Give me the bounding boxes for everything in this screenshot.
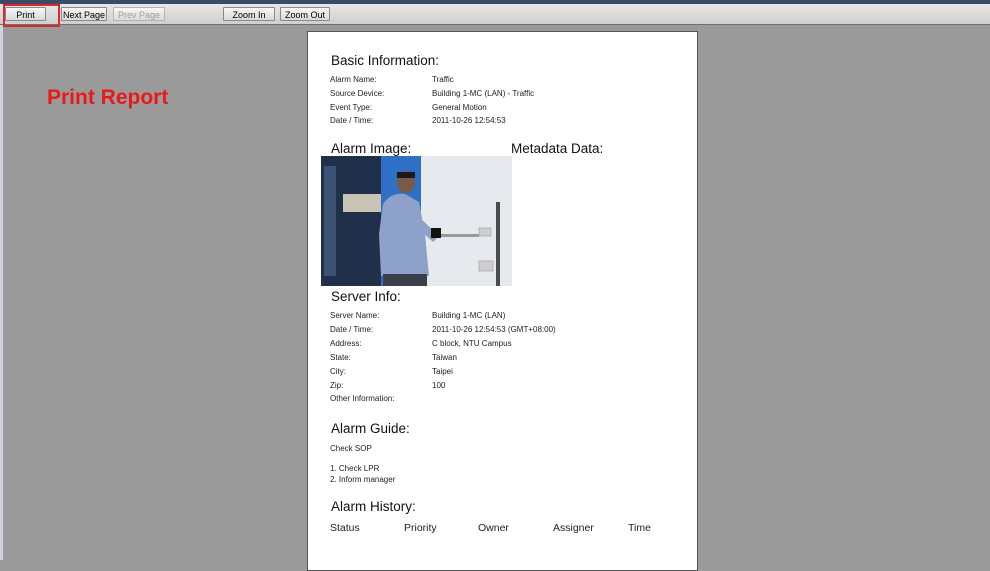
row-label: Date / Time: bbox=[330, 325, 374, 334]
row-value: Taipei bbox=[432, 367, 453, 376]
server-info-title: Server Info: bbox=[331, 289, 401, 304]
alarm-guide-title: Alarm Guide: bbox=[331, 421, 410, 436]
server-row: City: Taipei bbox=[330, 367, 453, 377]
left-window-edge bbox=[0, 25, 3, 560]
server-row: Date / Time: 2011-10-26 12:54:53 (GMT+08:… bbox=[330, 325, 556, 335]
history-col-owner: Owner bbox=[478, 522, 509, 534]
row-value: Building 1-MC (LAN) bbox=[432, 311, 506, 320]
row-value: 2011-10-26 12:54:53 bbox=[432, 116, 506, 125]
alarm-image bbox=[321, 156, 512, 286]
print-report-callout: Print Report bbox=[47, 86, 169, 109]
guide-step-1: 1. Check LPR bbox=[330, 464, 380, 473]
row-label: Other Information: bbox=[330, 394, 395, 403]
row-label: Zip: bbox=[330, 381, 344, 390]
row-value: Taiwan bbox=[432, 353, 457, 362]
row-label: City: bbox=[330, 367, 346, 376]
print-highlight-box bbox=[3, 4, 60, 27]
row-label: Source Device: bbox=[330, 89, 385, 98]
metadata-title: Metadata Data: bbox=[511, 141, 604, 156]
row-value: C block, NTU Campus bbox=[432, 339, 512, 348]
alarm-snapshot-graphic bbox=[321, 156, 512, 286]
alarm-history-title: Alarm History: bbox=[331, 499, 416, 514]
server-row: State: Taiwan bbox=[330, 353, 457, 363]
toolbar: Print Next Page Prev Page Zoom In Zoom O… bbox=[0, 4, 990, 25]
row-label: Event Type: bbox=[330, 103, 373, 112]
report-page: Basic Information: Alarm Name: Traffic So… bbox=[307, 31, 698, 571]
basic-row: Source Device: Building 1-MC (LAN) - Traf… bbox=[330, 89, 534, 99]
zoom-in-button[interactable]: Zoom In bbox=[223, 7, 275, 21]
server-row: Other Information: bbox=[330, 394, 432, 404]
guide-check-text: Check SOP bbox=[330, 444, 372, 453]
row-label: Date / Time: bbox=[330, 116, 374, 125]
row-value: 100 bbox=[432, 381, 446, 390]
history-col-assigner: Assigner bbox=[553, 522, 594, 534]
history-col-status: Status bbox=[330, 522, 360, 534]
history-col-time: Time bbox=[628, 522, 651, 534]
prev-page-button[interactable]: Prev Page bbox=[113, 7, 165, 21]
basic-row: Alarm Name: Traffic bbox=[330, 75, 454, 85]
row-value: 2011-10-26 12:54:53 (GMT+08:00) bbox=[432, 325, 556, 334]
basic-info-title: Basic Information: bbox=[331, 53, 440, 68]
row-label: Alarm Name: bbox=[330, 75, 377, 84]
basic-row: Event Type: General Motion bbox=[330, 103, 487, 113]
row-value: General Motion bbox=[432, 103, 487, 112]
basic-row: Date / Time: 2011-10-26 12:54:53 bbox=[330, 116, 506, 126]
alarm-image-title: Alarm Image: bbox=[331, 141, 412, 156]
server-row: Server Name: Building 1-MC (LAN) bbox=[330, 311, 505, 321]
row-label: Server Name: bbox=[330, 311, 380, 320]
history-col-priority: Priority bbox=[404, 522, 437, 534]
row-value: Building 1-MC (LAN) - Traffic bbox=[432, 89, 535, 98]
row-label: State: bbox=[330, 353, 351, 362]
row-value: Traffic bbox=[432, 75, 454, 84]
next-page-button[interactable]: Next Page bbox=[61, 7, 107, 21]
row-label: Address: bbox=[330, 339, 362, 348]
server-row: Address: C block, NTU Campus bbox=[330, 339, 512, 349]
guide-step-2: 2. Inform manager bbox=[330, 475, 396, 484]
zoom-out-button[interactable]: Zoom Out bbox=[280, 7, 330, 21]
server-row: Zip: 100 bbox=[330, 381, 445, 391]
